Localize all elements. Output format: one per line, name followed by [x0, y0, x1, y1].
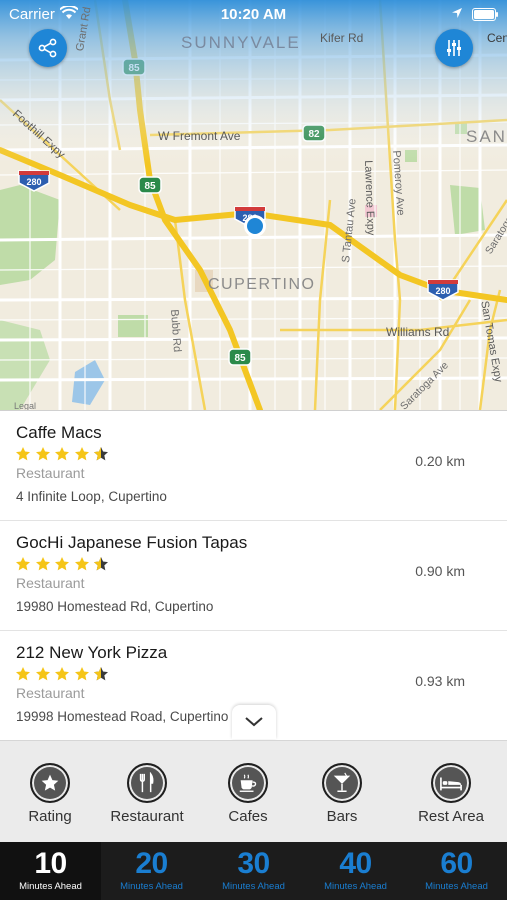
- time-value: 10: [34, 847, 67, 880]
- category-icon-circle: [127, 763, 167, 803]
- category-icon-circle: [431, 763, 471, 803]
- category-label: Restaurant: [110, 808, 184, 825]
- star-icon: [55, 557, 69, 571]
- star-icon: [16, 557, 30, 571]
- place-category: Restaurant: [16, 685, 85, 701]
- battery-icon: [472, 8, 498, 21]
- map-street-label: Cen: [487, 31, 507, 45]
- category-cafes[interactable]: Cafes: [205, 741, 291, 843]
- half-star-icon: [94, 667, 108, 681]
- category-icon-circle: [322, 763, 362, 803]
- place-distance: 0.93 km: [415, 673, 465, 689]
- coffee-cup-icon: [239, 774, 257, 792]
- star-rating: [15, 666, 113, 686]
- status-bar: Carrier 10:20 AM: [0, 0, 507, 30]
- star-icon: [74, 667, 89, 681]
- time-caption: Minutes Ahead: [324, 881, 387, 892]
- star-icon: [16, 447, 30, 461]
- star-icon: [16, 667, 30, 681]
- collapse-list-button[interactable]: [232, 705, 276, 739]
- star-icon: [41, 774, 59, 791]
- half-star-icon: [94, 447, 108, 461]
- star-icon: [74, 557, 89, 571]
- category-rest-area[interactable]: Rest Area: [400, 741, 502, 843]
- star-icon: [74, 447, 89, 461]
- place-list-item[interactable]: Caffe Macs Restaurant 4 Infinite Loop, C…: [0, 411, 507, 521]
- share-icon: [38, 38, 57, 58]
- map-legal-link[interactable]: Legal: [14, 401, 36, 410]
- time-tab-30[interactable]: 30 Minutes Ahead: [202, 842, 305, 900]
- category-bar: Rating Restaurant Cafes Bars Rest Area: [0, 740, 507, 842]
- star-icon: [35, 447, 50, 461]
- category-icon-circle: [228, 763, 268, 803]
- star-icon: [35, 667, 50, 681]
- category-restaurant[interactable]: Restaurant: [102, 741, 192, 843]
- place-distance: 0.20 km: [415, 453, 465, 469]
- time-ahead-bar: 10 Minutes Ahead 20 Minutes Ahead 30 Min…: [0, 842, 507, 900]
- location-arrow-icon: [452, 8, 462, 18]
- place-distance: 0.90 km: [415, 563, 465, 579]
- category-label: Bars: [326, 808, 358, 825]
- place-name: Caffe Macs: [16, 423, 102, 442]
- map-city-label: CUPERTINO: [208, 276, 316, 293]
- map-canvas[interactable]: 85 82 85 280 280 85 280: [0, 0, 507, 410]
- filter-settings-button[interactable]: [435, 29, 473, 67]
- category-label: Rest Area: [418, 808, 484, 825]
- place-name: 212 New York Pizza: [16, 643, 168, 662]
- star-rating: [15, 446, 113, 466]
- place-address: 19998 Homestead Road, Cupertino: [16, 709, 229, 724]
- time-caption: Minutes Ahead: [19, 881, 82, 892]
- sliders-icon: [447, 40, 461, 56]
- app-root: 85 82 85 280 280 85 280 SUNNYVALE CUPERT…: [0, 0, 507, 900]
- star-rating: [15, 556, 113, 576]
- place-list-item[interactable]: GocHi Japanese Fusion Tapas Restaurant 1…: [0, 521, 507, 631]
- time-caption: Minutes Ahead: [425, 881, 488, 892]
- time-caption: Minutes Ahead: [120, 881, 183, 892]
- star-icon: [55, 667, 69, 681]
- map-street-label: Lawrence Expy: [362, 160, 377, 236]
- time-tab-10[interactable]: 10 Minutes Ahead: [0, 842, 101, 900]
- map-view[interactable]: 85 82 85 280 280 85 280 SUNNYVALE CUPERT…: [0, 0, 507, 410]
- category-icon-circle: [30, 763, 70, 803]
- fork-knife-icon: [139, 772, 154, 793]
- time-value: 30: [237, 847, 270, 880]
- map-city-label: SUNNYVALE: [181, 33, 301, 52]
- time-tab-20[interactable]: 20 Minutes Ahead: [101, 842, 202, 900]
- map-street-label: Williams Rd: [386, 325, 450, 339]
- place-address: 19980 Homestead Rd, Cupertino: [16, 599, 214, 614]
- category-label: Cafes: [228, 808, 268, 825]
- share-button[interactable]: [29, 29, 67, 67]
- place-category: Restaurant: [16, 465, 85, 481]
- time-value: 20: [135, 847, 168, 880]
- half-star-icon: [94, 557, 108, 571]
- time-value: 40: [339, 847, 372, 880]
- category-bars[interactable]: Bars: [300, 741, 384, 843]
- time-tab-40[interactable]: 40 Minutes Ahead: [305, 842, 406, 900]
- time-value: 60: [440, 847, 473, 880]
- current-location-dot: [244, 215, 266, 237]
- place-category: Restaurant: [16, 575, 85, 591]
- map-street-label: Kifer Rd: [320, 31, 364, 45]
- cocktail-glass-icon: [333, 772, 351, 792]
- clock: 10:20 AM: [220, 6, 287, 23]
- category-label: Rating: [28, 808, 72, 825]
- place-address: 4 Infinite Loop, Cupertino: [16, 489, 167, 504]
- places-list[interactable]: Caffe Macs Restaurant 4 Infinite Loop, C…: [0, 410, 507, 740]
- map-street-label: W Fremont Ave: [158, 129, 241, 143]
- star-icon: [55, 447, 69, 461]
- bed-icon: [440, 777, 462, 791]
- place-name: GocHi Japanese Fusion Tapas: [16, 533, 248, 552]
- map-city-label: SANT: [466, 127, 507, 146]
- category-rating[interactable]: Rating: [10, 741, 90, 843]
- time-tab-60[interactable]: 60 Minutes Ahead: [406, 842, 507, 900]
- chevron-down-icon: [245, 717, 263, 727]
- time-caption: Minutes Ahead: [222, 881, 285, 892]
- star-icon: [35, 557, 50, 571]
